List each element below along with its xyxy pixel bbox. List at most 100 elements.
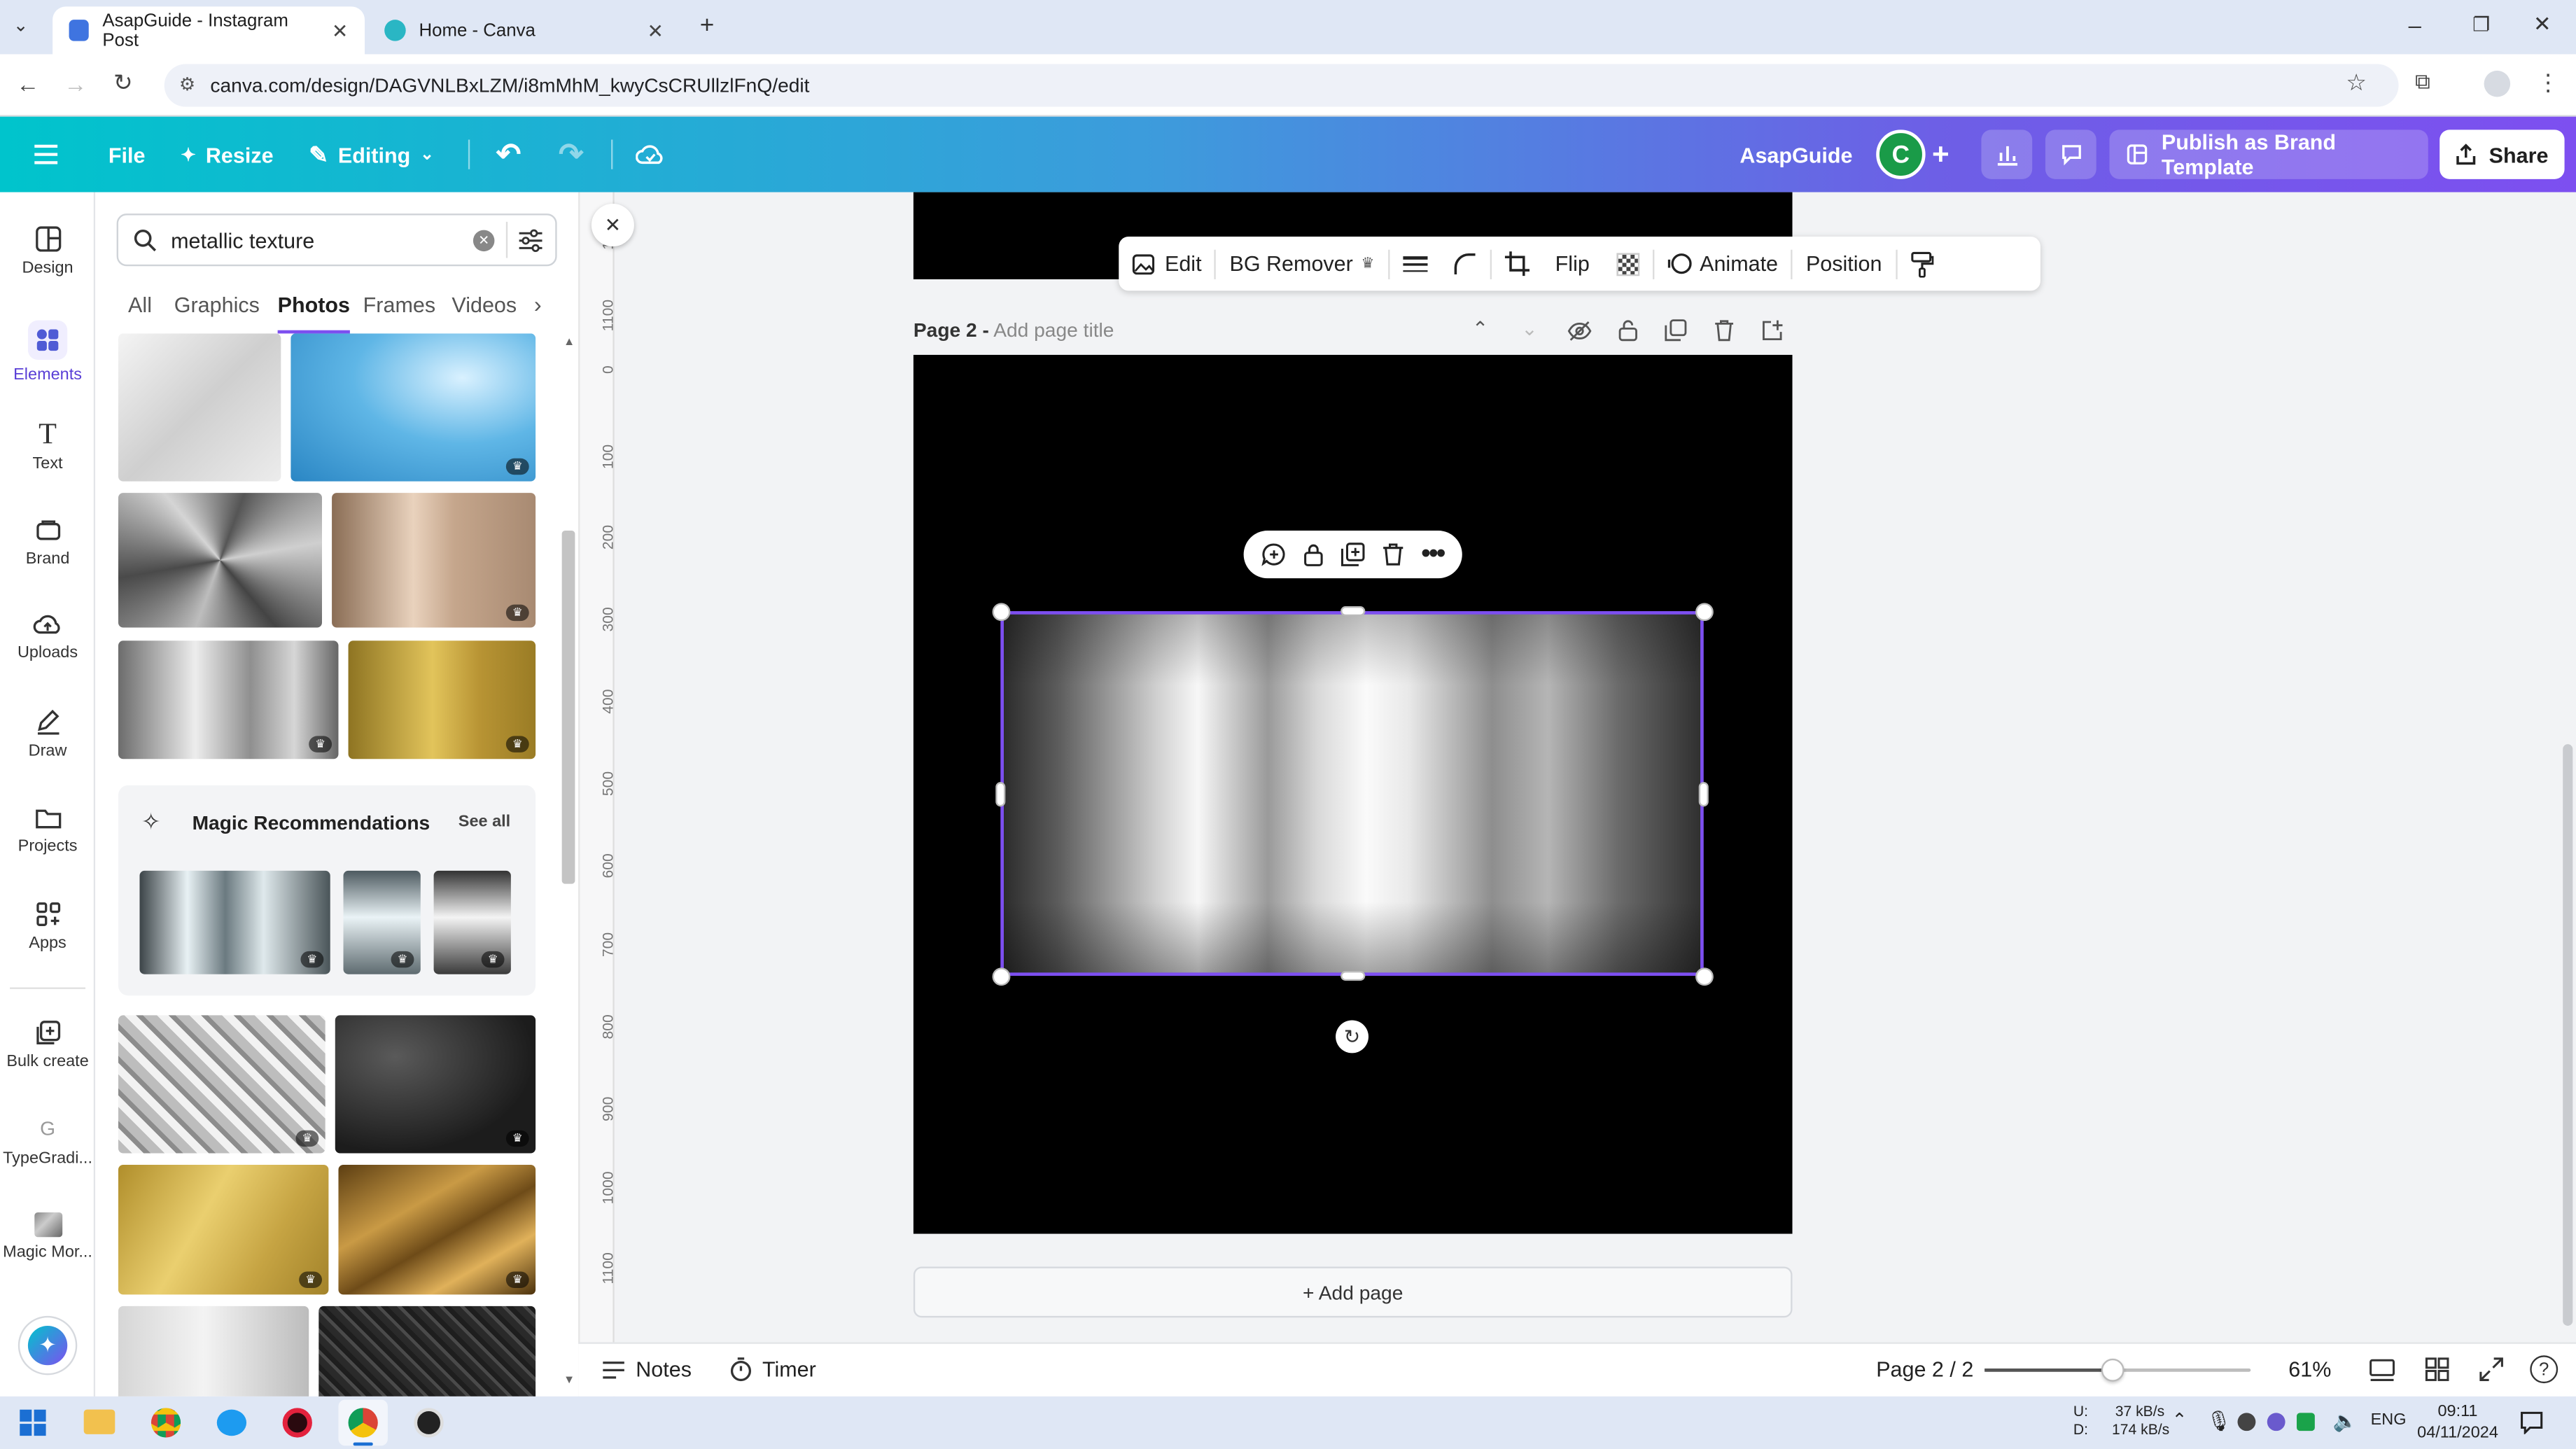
close-tab-icon[interactable]: ✕ (648, 19, 664, 42)
copy-style-button[interactable] (1897, 237, 1946, 290)
tab-asapguide[interactable]: AsapGuide - Instagram Post ✕ (52, 6, 365, 55)
delete-page-icon[interactable] (1714, 318, 1735, 342)
add-page-icon[interactable] (1761, 318, 1784, 342)
main-menu-icon[interactable] (33, 117, 59, 192)
add-page-button[interactable]: + Add page (913, 1266, 1793, 1318)
photo-result[interactable]: ♛ (118, 640, 339, 760)
scroll-down-icon[interactable]: ▼ (564, 1375, 575, 1386)
close-window-icon[interactable]: ✕ (2533, 11, 2552, 38)
tab-frames[interactable]: Frames (363, 293, 435, 317)
border-style-button[interactable] (1390, 237, 1441, 290)
close-tab-icon[interactable]: ✕ (332, 19, 349, 42)
bg-remover-button[interactable]: BG Remover ♛ (1217, 237, 1388, 290)
rail-item-typegradient[interactable]: G TypeGradi... (0, 1116, 95, 1168)
hide-page-icon[interactable] (1567, 321, 1592, 342)
restore-icon[interactable]: ❐ (2472, 13, 2490, 36)
search-input[interactable] (171, 225, 451, 255)
rail-item-projects[interactable]: Projects (0, 805, 95, 856)
rail-item-text[interactable]: T Text (0, 419, 95, 472)
screen-recorder-icon[interactable] (282, 1408, 312, 1438)
undo-icon[interactable]: ↶ (496, 117, 521, 192)
fullscreen-icon[interactable] (2479, 1357, 2504, 1382)
invite-plus-icon[interactable]: + (1932, 117, 1949, 192)
bookmark-star-icon[interactable]: ☆ (2346, 69, 2366, 97)
photo-result[interactable]: ♛ (348, 640, 536, 760)
help-icon[interactable]: ? (2530, 1355, 2558, 1384)
photo-result[interactable]: ♛ (332, 493, 536, 628)
resize-handle-top-right[interactable] (1695, 603, 1714, 622)
resize-handle-bottom-right[interactable] (1695, 967, 1714, 986)
app-bird-icon[interactable] (216, 1409, 247, 1436)
brand-name[interactable]: AsapGuide (1740, 117, 1852, 192)
duplicate-page-icon[interactable] (1664, 318, 1687, 342)
photo-result[interactable] (318, 1306, 536, 1396)
rail-item-magic-morph[interactable]: Magic Mor... (0, 1212, 95, 1261)
rail-item-design[interactable]: Design (0, 225, 95, 278)
photo-result[interactable] (118, 333, 281, 482)
extensions-icon[interactable]: ⧉ (2415, 69, 2430, 96)
duplicate-icon[interactable] (1340, 542, 1365, 566)
share-button[interactable]: Share (2440, 130, 2565, 179)
url-field[interactable]: ⚙ canva.com/design/DAGVNLBxLZM/i8mMhM_kw… (164, 64, 2399, 107)
scroll-up-icon[interactable]: ▲ (564, 337, 575, 348)
tab-home-canva[interactable]: Home - Canva ✕ (368, 6, 680, 54)
rail-item-bulk-create[interactable]: Bulk create (0, 1018, 95, 1071)
photo-result[interactable] (118, 1306, 309, 1396)
tray-app-icon[interactable] (2297, 1413, 2315, 1432)
delete-icon[interactable] (1382, 542, 1405, 566)
page-down-icon[interactable]: ⌄ (1521, 317, 1538, 340)
rail-item-uploads[interactable]: Uploads (0, 611, 95, 662)
comment-add-icon[interactable] (1261, 542, 1286, 566)
photo-result[interactable] (118, 493, 323, 628)
rail-item-apps[interactable]: Apps (0, 900, 95, 953)
more-options-icon[interactable]: ••• (1421, 540, 1446, 569)
rotate-handle-icon[interactable]: ↻ (1336, 1020, 1369, 1054)
close-panel-icon[interactable]: ✕ (591, 204, 634, 247)
publish-brand-template-button[interactable]: Publish as Brand Template (2109, 130, 2428, 179)
reload-icon[interactable]: ↻ (113, 69, 133, 97)
profile-avatar[interactable] (2484, 70, 2511, 97)
comments-button[interactable] (2045, 130, 2096, 179)
file-menu-button[interactable]: File (108, 117, 146, 192)
tab-graphics[interactable]: Graphics (174, 293, 260, 317)
crop-button[interactable] (1491, 237, 1542, 290)
zoom-level[interactable]: 61% (2288, 1357, 2331, 1382)
minimize-icon[interactable]: – (2409, 11, 2421, 38)
tab-list-chevron-icon[interactable]: ⌄ (13, 15, 29, 36)
transparency-button[interactable] (1603, 237, 1652, 290)
redo-icon[interactable]: ↷ (559, 117, 583, 192)
resize-button[interactable]: ✦ Resize (181, 117, 273, 192)
magic-recommendation-item[interactable]: ♛ (433, 870, 511, 974)
resize-handle-bottom[interactable] (1340, 971, 1366, 981)
page-up-icon[interactable]: ⌃ (1472, 317, 1489, 340)
magic-recommendation-item[interactable]: ♛ (343, 870, 421, 974)
photo-result[interactable]: ♛ (118, 1164, 329, 1295)
panel-scrollbar[interactable]: ▲ ▼ (561, 337, 575, 1388)
user-avatar[interactable]: C (1876, 130, 1926, 179)
filter-icon[interactable] (517, 228, 544, 253)
back-icon[interactable]: ← (16, 71, 39, 97)
tab-all[interactable]: All (128, 293, 152, 317)
photo-result[interactable]: ♛ (338, 1164, 536, 1295)
animate-button[interactable]: Animate (1653, 237, 1791, 290)
windows-start-icon[interactable] (20, 1409, 46, 1436)
file-explorer-icon[interactable] (83, 1409, 115, 1434)
timer-button[interactable]: Timer (729, 1357, 816, 1382)
browser-menu-icon[interactable]: ⋮ (2537, 69, 2560, 97)
rail-item-brand[interactable]: Brand (0, 516, 95, 568)
rail-item-elements[interactable]: Elements (0, 320, 95, 384)
tabs-scroll-right-icon[interactable]: › (534, 290, 542, 317)
chrome-icon[interactable] (150, 1408, 181, 1438)
language-indicator[interactable]: ENG (2371, 1411, 2407, 1429)
lock-icon[interactable] (1303, 542, 1324, 566)
clock[interactable]: 09:11 04/11/2024 (2415, 1401, 2500, 1444)
insights-button[interactable] (1981, 130, 2033, 179)
position-button[interactable]: Position (1793, 237, 1895, 290)
page-indicator[interactable]: Page 2 / 2 (1876, 1357, 1973, 1382)
new-tab-icon[interactable]: + (700, 11, 715, 39)
active-chrome-slot[interactable] (338, 1399, 388, 1446)
add-page-title[interactable]: Add page title (993, 318, 1114, 342)
site-info-icon[interactable]: ⚙ (179, 74, 195, 95)
notifications-icon[interactable] (2520, 1411, 2543, 1434)
microphone-icon[interactable]: 🎙 (2206, 1410, 2232, 1433)
